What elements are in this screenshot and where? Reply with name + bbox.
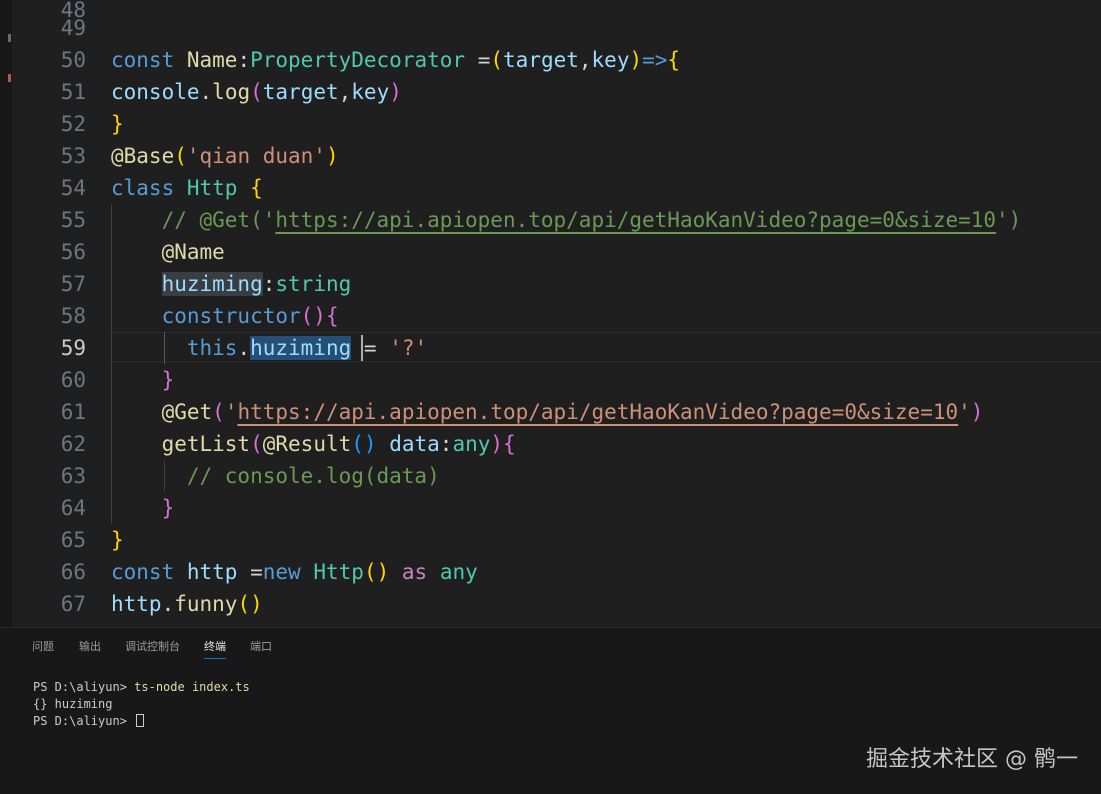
code-line[interactable]: this.huziming = '?' — [111, 332, 427, 364]
line-number: 56 — [60, 240, 86, 264]
line-number: 49 — [60, 16, 86, 40]
code-line[interactable]: console.log(target,key) — [111, 76, 402, 108]
comment-url-link[interactable]: https://api.apiopen.top/api/getHaoKanVid… — [275, 208, 996, 232]
line-51[interactable]: 51 console.log(target,key) — [0, 76, 1101, 108]
line-number-active: 59 — [60, 336, 86, 360]
code-line[interactable]: class Http { — [111, 172, 263, 204]
line-56[interactable]: 56 @Name — [0, 236, 1101, 268]
code-line[interactable]: http.funny() — [111, 588, 263, 620]
tab-problems[interactable]: 问题 — [32, 638, 54, 656]
code-line[interactable]: // @Get('https://api.apiopen.top/api/get… — [111, 204, 1022, 236]
line-number: 65 — [60, 528, 86, 552]
code-editor[interactable]: 48 49 50 const Name:PropertyDecorator =(… — [0, 0, 1101, 627]
line-number: 50 — [60, 48, 86, 72]
line-61[interactable]: 61 @Get('https://api.apiopen.top/api/get… — [0, 396, 1101, 428]
terminal-output: {} huziming — [33, 697, 113, 711]
code-line[interactable]: constructor(){ — [111, 300, 339, 332]
line-number: 60 — [60, 368, 86, 392]
tab-output[interactable]: 输出 — [79, 638, 101, 656]
line-62[interactable]: 62 getList(@Result() data:any){ — [0, 428, 1101, 460]
terminal-prompt: PS D:\aliyun> — [33, 714, 135, 728]
code-line[interactable]: huziming:string — [111, 268, 351, 300]
code-line[interactable]: } — [111, 108, 124, 140]
line-number: 66 — [60, 560, 86, 584]
line-number: 58 — [60, 304, 86, 328]
code-line[interactable]: @Base('qian duan') — [111, 140, 339, 172]
line-number: 51 — [60, 80, 86, 104]
code-line[interactable]: const http =new Http() as any — [111, 556, 478, 588]
tab-terminal[interactable]: 终端 — [204, 638, 226, 659]
line-54[interactable]: 54 class Http { — [0, 172, 1101, 204]
line-55[interactable]: 55 // @Get('https://api.apiopen.top/api/… — [0, 204, 1101, 236]
line-number: 62 — [60, 432, 86, 456]
line-number: 55 — [60, 208, 86, 232]
line-50[interactable]: 50 const Name:PropertyDecorator =(target… — [0, 44, 1101, 76]
code-line[interactable]: const Name:PropertyDecorator =(target,ke… — [111, 44, 680, 76]
terminal-line[interactable]: PS D:\aliyun> — [33, 713, 250, 730]
code-line[interactable]: } — [111, 364, 175, 396]
line-52[interactable]: 52 } — [0, 108, 1101, 140]
terminal-prompt: PS D:\aliyun> — [33, 680, 135, 694]
code-line[interactable]: // console.log(data) — [111, 460, 440, 492]
line-65[interactable]: 65 } — [0, 524, 1101, 556]
terminal-line: PS D:\aliyun> ts-node index.ts — [33, 679, 250, 696]
tab-ports[interactable]: 端口 — [250, 638, 272, 656]
line-66[interactable]: 66 const http =new Http() as any — [0, 556, 1101, 588]
line-number: 64 — [60, 496, 86, 520]
line-number: 67 — [60, 592, 86, 616]
line-number: 61 — [60, 400, 86, 424]
code-line[interactable]: @Get('https://api.apiopen.top/api/getHao… — [111, 396, 984, 428]
line-number: 63 — [60, 464, 86, 488]
line-57[interactable]: 57 huziming:string — [0, 268, 1101, 300]
line-64[interactable]: 64 } — [0, 492, 1101, 524]
line-60[interactable]: 60 } — [0, 364, 1101, 396]
line-number: 52 — [60, 112, 86, 136]
code-line[interactable]: } — [111, 524, 124, 556]
line-63[interactable]: 63 // console.log(data) — [0, 460, 1101, 492]
line-number: 57 — [60, 272, 86, 296]
watermark: 掘金技术社区 @ 鹘一 — [866, 747, 1078, 772]
terminal-command: ts-node index.ts — [134, 680, 250, 694]
line-53[interactable]: 53 @Base('qian duan') — [0, 140, 1101, 172]
line-number: 54 — [60, 176, 86, 200]
line-number: 53 — [60, 144, 86, 168]
line-58[interactable]: 58 constructor(){ — [0, 300, 1101, 332]
string-url-link[interactable]: https://api.apiopen.top/api/getHaoKanVid… — [237, 400, 958, 424]
terminal[interactable]: PS D:\aliyun> ts-node index.ts {} huzimi… — [33, 679, 250, 730]
code-line[interactable]: } — [111, 492, 175, 524]
tab-debug-console[interactable]: 调试控制台 — [125, 638, 180, 656]
line-59[interactable]: 59 this.huziming = '?' — [0, 332, 1101, 364]
code-line[interactable]: @Name — [111, 236, 225, 268]
terminal-cursor-icon — [136, 714, 145, 727]
line-49: 49 — [0, 12, 1101, 44]
code-line[interactable]: getList(@Result() data:any){ — [111, 428, 516, 460]
text-cursor — [361, 335, 363, 361]
line-67[interactable]: 67 http.funny() — [0, 588, 1101, 620]
